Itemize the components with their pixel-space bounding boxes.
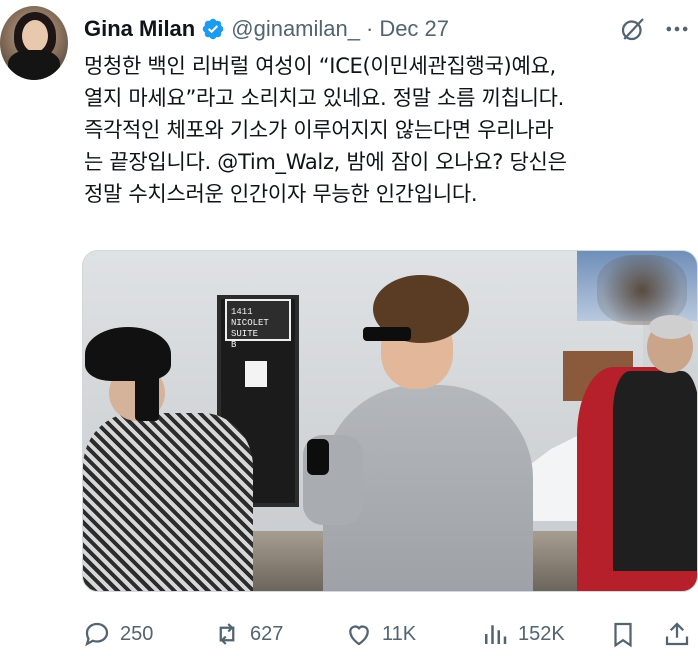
avatar-body: [8, 50, 60, 80]
tweet-header: Gina Milan @ginamilan_ · Dec 27: [84, 12, 698, 46]
tweet-text: 멍청한 백인 리버럴 여성이 “ICE(이민세관집행국)예요, 열지 마세요”라…: [84, 54, 567, 206]
avatar-face: [22, 20, 48, 52]
reply-count: 250: [120, 622, 154, 645]
like-count: 11K: [382, 622, 417, 645]
woman-hat: [85, 327, 171, 381]
tweet-actions: 250 627 11K 152K: [82, 614, 698, 654]
woman-phone: [135, 375, 159, 421]
reply-button[interactable]: 250: [82, 614, 153, 654]
views-button[interactable]: 152K: [480, 614, 565, 654]
heart-icon: [349, 625, 369, 646]
woman-scarf: [83, 413, 253, 591]
author-handle[interactable]: @ginamilan_: [231, 16, 360, 42]
repost-button[interactable]: 627: [212, 614, 283, 654]
man-gray-hair: [649, 315, 693, 339]
repost-icon: [219, 623, 235, 645]
door-sign-line-1: 1411 NICOLET: [231, 307, 269, 328]
man-sunglasses: [363, 327, 411, 341]
separator-dot: ·: [365, 16, 374, 41]
tweet-media-image[interactable]: 1411 NICOLET SUITE B: [82, 250, 698, 592]
share-button[interactable]: [662, 614, 692, 654]
share-icon: [665, 622, 689, 646]
woman-with-phone: [83, 327, 253, 591]
views-icon: [485, 625, 507, 644]
author-name[interactable]: Gina Milan: [84, 16, 195, 42]
author-avatar[interactable]: [0, 6, 68, 80]
tweet-date[interactable]: Dec 27: [379, 16, 449, 42]
verified-badge-icon: [203, 18, 224, 40]
black-vest: [613, 371, 697, 571]
repost-count: 627: [250, 622, 284, 645]
man-in-vest: [573, 315, 697, 591]
like-button[interactable]: 11K: [344, 614, 416, 654]
views-count: 152K: [518, 622, 565, 645]
reply-icon: [85, 622, 109, 647]
bookmark-button[interactable]: [608, 614, 638, 654]
more-icon[interactable]: [660, 12, 694, 46]
bookmark-icon: [614, 622, 632, 648]
grok-icon[interactable]: [616, 12, 650, 46]
microphone: [307, 439, 329, 475]
man-with-microphone: [303, 275, 533, 591]
